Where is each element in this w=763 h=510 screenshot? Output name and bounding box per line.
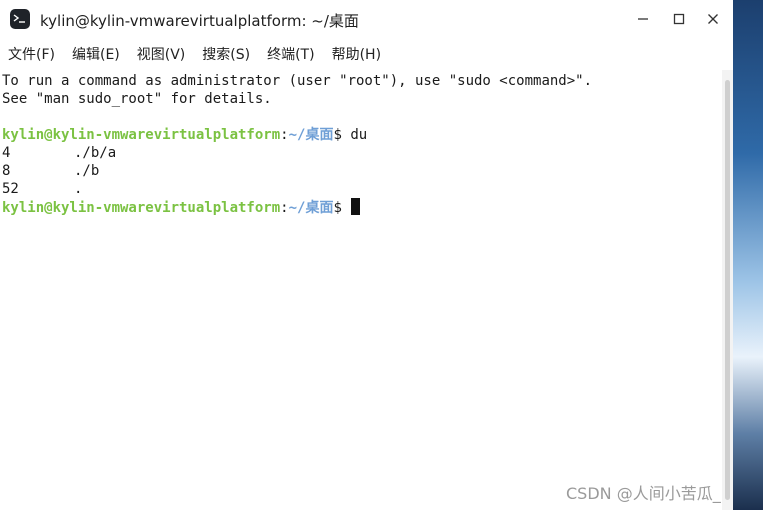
menu-edit[interactable]: 编辑(E) <box>72 44 120 64</box>
prompt-path: ~/桌面 <box>288 200 334 216</box>
output-size: 52 <box>2 181 19 197</box>
prompt-command: du <box>350 127 368 143</box>
prompt-user: kylin@kylin-vmwarevirtualplatform <box>2 127 281 143</box>
menu-bar: 文件(F) 编辑(E) 视图(V) 搜索(S) 终端(T) 帮助(H) <box>0 38 733 70</box>
minimize-button[interactable] <box>632 8 654 30</box>
window-title: kylin@kylin-vmwarevirtualplatform: ~/桌面 <box>40 12 359 30</box>
prompt-symbol: $ <box>333 200 351 216</box>
terminal-output[interactable]: To run a command as administrator (user … <box>0 70 722 510</box>
prompt-colon: : <box>280 200 289 216</box>
close-button[interactable] <box>702 8 724 30</box>
prompt-line-1: kylin@kylin-vmwarevirtualplatform:~/桌面$ … <box>2 126 367 144</box>
output-row: 52. <box>2 180 82 198</box>
output-size: 8 <box>2 163 11 179</box>
text-cursor <box>351 198 361 215</box>
menu-terminal[interactable]: 终端(T) <box>267 44 314 64</box>
output-path: ./b/a <box>74 145 117 161</box>
watermark: CSDN @人间小苦瓜_ <box>566 484 721 503</box>
maximize-button[interactable] <box>668 8 690 30</box>
output-path: . <box>74 181 83 197</box>
intro-line-1: To run a command as administrator (user … <box>2 73 593 89</box>
prompt-symbol: $ <box>333 127 351 143</box>
minimize-icon <box>638 18 648 20</box>
prompt-line-2: kylin@kylin-vmwarevirtualplatform:~/桌面$ <box>2 198 361 216</box>
close-icon <box>708 14 718 24</box>
menu-search[interactable]: 搜索(S) <box>202 44 250 64</box>
scrollbar-thumb[interactable] <box>725 80 730 500</box>
intro-line-2: See "man sudo_root" for details. <box>2 91 272 107</box>
menu-view[interactable]: 视图(V) <box>137 44 186 64</box>
maximize-icon <box>673 13 685 25</box>
output-path: ./b <box>74 163 100 179</box>
output-row: 4 ./b/a <box>2 144 116 162</box>
title-bar[interactable]: kylin@kylin-vmwarevirtualplatform: ~/桌面 <box>0 0 733 38</box>
output-row: 8 ./b <box>2 162 99 180</box>
scrollbar[interactable] <box>722 70 733 510</box>
prompt-path: ~/桌面 <box>288 127 334 143</box>
terminal-window: kylin@kylin-vmwarevirtualplatform: ~/桌面 … <box>0 0 733 510</box>
output-size: 4 <box>2 145 11 161</box>
prompt-colon: : <box>280 127 289 143</box>
prompt-user: kylin@kylin-vmwarevirtualplatform <box>2 200 281 216</box>
terminal-icon <box>10 9 30 29</box>
menu-help[interactable]: 帮助(H) <box>332 44 381 64</box>
menu-file[interactable]: 文件(F) <box>8 44 55 64</box>
